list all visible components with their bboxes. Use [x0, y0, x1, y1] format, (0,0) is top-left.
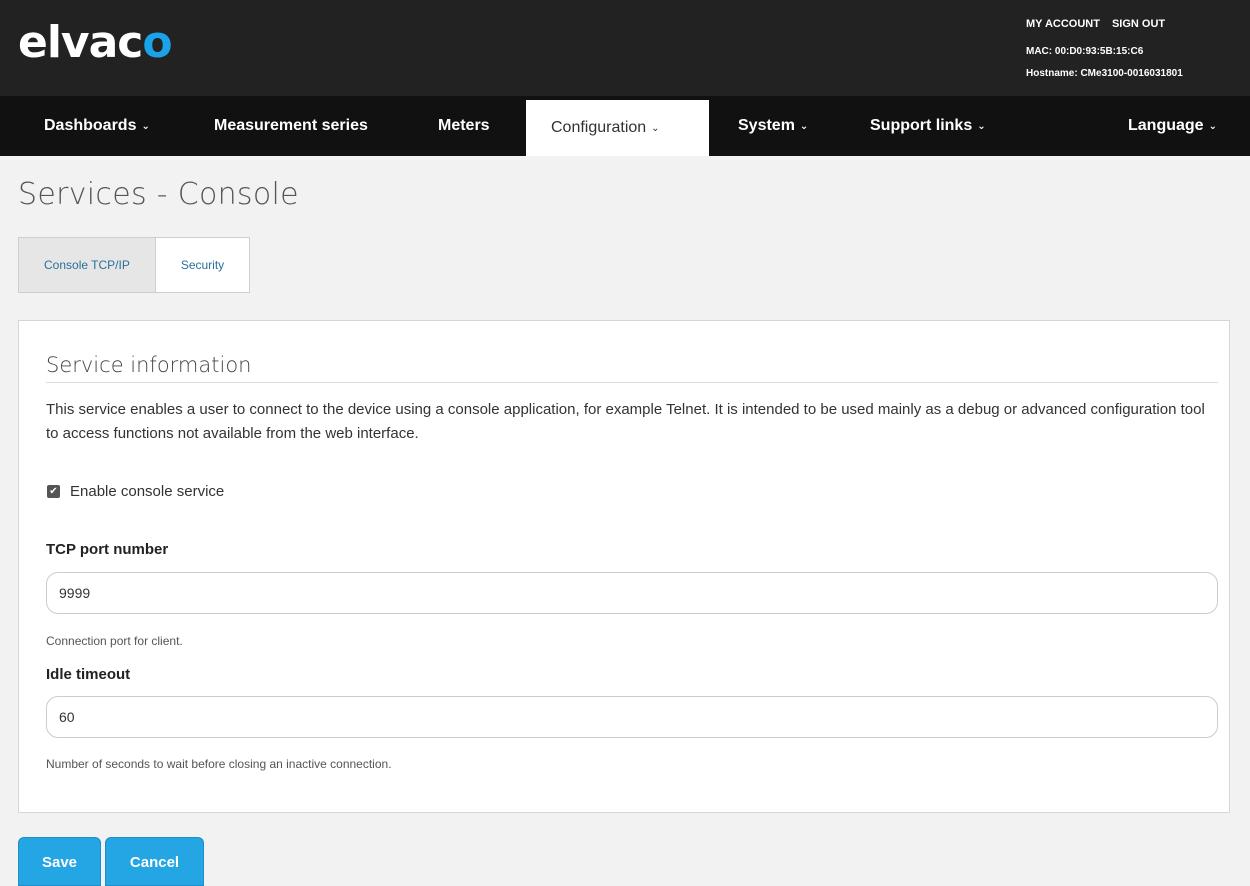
- service-description: This service enables a user to connect t…: [46, 401, 1205, 442]
- chevron-down-icon: ⌄: [651, 123, 660, 134]
- tcp-port-help: Connection port for client.: [46, 634, 183, 648]
- tab-security[interactable]: Security: [156, 238, 249, 292]
- service-panel: Service information This service enables…: [18, 320, 1230, 813]
- nav-language[interactable]: Language ⌄: [1128, 96, 1217, 156]
- tab-bar: Console TCP/IP Security: [18, 237, 251, 293]
- checkmark-icon: ✔: [49, 485, 58, 497]
- cancel-button[interactable]: Cancel: [105, 837, 204, 886]
- nav-meters[interactable]: Meters: [438, 96, 490, 156]
- hostname: Hostname: CMe3100-0016031801: [1026, 68, 1183, 79]
- tab-console-tcpip[interactable]: Console TCP/IP: [19, 238, 156, 292]
- nav-system[interactable]: System ⌄: [738, 96, 808, 156]
- tcp-port-input[interactable]: [46, 572, 1218, 614]
- mac-address: MAC: 00:D0:93:5B:15:C6: [1026, 46, 1144, 57]
- nav-configuration[interactable]: Configuration ⌄: [526, 100, 709, 156]
- chevron-down-icon: ⌄: [799, 121, 809, 132]
- nav-measurement-series[interactable]: Measurement series: [214, 96, 368, 156]
- section-divider: [46, 382, 1218, 383]
- chevron-down-icon: ⌄: [977, 121, 986, 132]
- chevron-down-icon: ⌄: [141, 121, 150, 132]
- nav-support-links[interactable]: Support links ⌄: [870, 96, 986, 156]
- chevron-down-icon: ⌄: [1208, 121, 1217, 132]
- enable-console-label[interactable]: Enable console service: [70, 483, 224, 500]
- nav-dashboards[interactable]: Dashboards ⌄: [44, 96, 150, 156]
- enable-console-checkbox[interactable]: ✔: [47, 485, 60, 498]
- tcp-port-label: TCP port number: [46, 541, 169, 558]
- main-nav: Dashboards ⌄ Measurement series Meters Co…: [0, 96, 1250, 156]
- save-button[interactable]: Save: [18, 837, 101, 886]
- elvaco-logo[interactable]: elvaco: [18, 18, 173, 68]
- top-header: elvaco MY ACCOUNT SIGN OUT MAC: 00:D0:93:…: [0, 0, 1250, 96]
- account-links: MY ACCOUNT SIGN OUT: [1026, 17, 1177, 31]
- idle-timeout-label: Idle timeout: [46, 666, 131, 683]
- sign-out-link[interactable]: SIGN OUT: [1112, 18, 1165, 30]
- enable-console-row: ✔ Enable console service: [47, 483, 224, 500]
- idle-timeout-input[interactable]: [46, 696, 1218, 738]
- page-title: Services - Console: [18, 177, 299, 212]
- section-title: Service information: [46, 353, 252, 377]
- idle-timeout-help: Number of seconds to wait before closing…: [46, 757, 392, 771]
- my-account-link[interactable]: MY ACCOUNT: [1026, 18, 1100, 30]
